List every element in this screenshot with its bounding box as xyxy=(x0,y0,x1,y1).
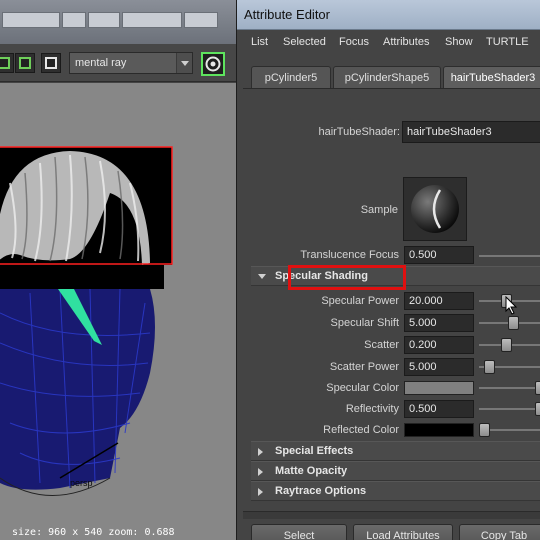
translucence-focus-slider[interactable] xyxy=(479,255,540,257)
reflectivity-field[interactable]: 0.500 xyxy=(404,400,474,418)
specular-shift-field[interactable]: 5.000 xyxy=(404,314,474,332)
keep-image-button[interactable] xyxy=(41,53,61,73)
specular-shift-slider-handle[interactable] xyxy=(508,316,519,330)
copy-tab-button[interactable]: Copy Tab xyxy=(459,524,540,540)
triangle-right-icon xyxy=(258,488,263,496)
triangle-down-icon xyxy=(258,274,266,279)
reflectivity-label: Reflectivity xyxy=(345,403,399,415)
load-attributes-button[interactable]: Load Attributes xyxy=(353,524,453,540)
panel-tab[interactable] xyxy=(88,12,120,28)
section-raytrace-options-label: Raytrace Options xyxy=(275,485,367,497)
menu-attributes[interactable]: Attributes xyxy=(383,36,429,48)
shader-type-label: hairTubeShader: xyxy=(318,126,400,138)
menu-list[interactable]: List xyxy=(251,36,268,48)
chevron-down-icon[interactable] xyxy=(176,53,192,73)
tab-pcylinder5[interactable]: pCylinder5 xyxy=(251,66,331,88)
menu-show[interactable]: Show xyxy=(445,36,473,48)
section-raytrace-options[interactable]: Raytrace Options xyxy=(251,481,540,501)
render-status-text: size: 960 x 540 zoom: 0.688 xyxy=(12,527,175,538)
mouse-cursor-icon xyxy=(505,296,518,315)
panel-tab[interactable] xyxy=(62,12,86,28)
menu-turtle[interactable]: TURTLE xyxy=(486,36,529,48)
panel-tab[interactable] xyxy=(184,12,218,28)
menu-focus[interactable]: Focus xyxy=(339,36,369,48)
attribute-editor-window: Attribute Editor List Selected Focus Att… xyxy=(236,0,540,540)
reflectivity-slider-handle[interactable] xyxy=(535,402,540,416)
scatter-power-field[interactable]: 5.000 xyxy=(404,358,474,376)
shader-name-field[interactable]: hairTubeShader3 xyxy=(402,121,540,143)
window-title: Attribute Editor xyxy=(244,7,330,22)
render-view-panel: mental ray persp size: 960 x 540 zoom: 0… xyxy=(0,0,236,540)
attribute-panel: hairTubeShader: hairTubeShader3 Sample T… xyxy=(243,88,540,540)
translucence-focus-field[interactable]: 0.500 xyxy=(404,246,474,264)
scatter-power-slider-handle[interactable] xyxy=(484,360,495,374)
reflectivity-slider[interactable] xyxy=(479,408,540,410)
tab-hairtubeshader3[interactable]: hairTubeShader3 xyxy=(443,66,540,88)
section-matte-opacity[interactable]: Matte Opacity xyxy=(251,461,540,481)
render-region-button[interactable] xyxy=(0,53,14,73)
specular-color-swatch[interactable] xyxy=(404,381,474,395)
specular-shift-label: Specular Shift xyxy=(330,317,399,329)
specular-color-label: Specular Color xyxy=(326,382,399,394)
camera-label: persp xyxy=(70,478,93,488)
specular-color-slider[interactable] xyxy=(479,387,540,389)
panel-tab[interactable] xyxy=(2,12,60,28)
menu-selected[interactable]: Selected xyxy=(283,36,326,48)
panel-title-strip xyxy=(0,0,236,44)
menu-bar: List Selected Focus Attributes Show TURT… xyxy=(243,30,540,56)
scatter-slider-handle[interactable] xyxy=(501,338,512,352)
section-matte-opacity-label: Matte Opacity xyxy=(275,465,348,477)
window-titlebar[interactable]: Attribute Editor xyxy=(237,0,540,30)
scatter-label: Scatter xyxy=(364,339,399,351)
ipr-render-button[interactable] xyxy=(201,52,225,76)
renderer-dropdown[interactable]: mental ray xyxy=(69,52,193,74)
section-special-effects-label: Special Effects xyxy=(275,445,354,457)
triangle-right-icon xyxy=(258,448,263,456)
render-canvas[interactable]: persp xyxy=(0,83,236,540)
reflected-color-label: Reflected Color xyxy=(323,424,399,436)
aperture-icon xyxy=(205,56,221,72)
translucence-focus-label: Translucence Focus xyxy=(300,249,399,261)
node-tabs: pCylinder5 pCylinderShape5 hairTubeShade… xyxy=(243,64,540,90)
specular-power-field[interactable]: 20.000 xyxy=(404,292,474,310)
scatter-power-label: Scatter Power xyxy=(329,361,399,373)
render-image xyxy=(0,146,173,496)
specular-power-label: Specular Power xyxy=(321,295,399,307)
reflected-color-slider-handle[interactable] xyxy=(479,423,490,437)
highlight-box xyxy=(288,265,406,290)
tab-pcylindershape5[interactable]: pCylinderShape5 xyxy=(333,66,441,88)
triangle-right-icon xyxy=(258,468,263,476)
panel-divider[interactable] xyxy=(243,511,540,519)
sample-label: Sample xyxy=(360,204,398,216)
specular-color-slider-handle[interactable] xyxy=(535,381,540,395)
sample-sphere-icon xyxy=(411,185,459,233)
shader-sample-swatch[interactable] xyxy=(403,177,467,241)
reflected-color-swatch[interactable] xyxy=(404,423,474,437)
section-special-effects[interactable]: Special Effects xyxy=(251,441,540,461)
renderer-dropdown-value: mental ray xyxy=(75,57,127,69)
snapshot-button[interactable] xyxy=(15,53,35,73)
panel-tab[interactable] xyxy=(122,12,182,28)
scatter-field[interactable]: 0.200 xyxy=(404,336,474,354)
select-button[interactable]: Select xyxy=(251,524,347,540)
